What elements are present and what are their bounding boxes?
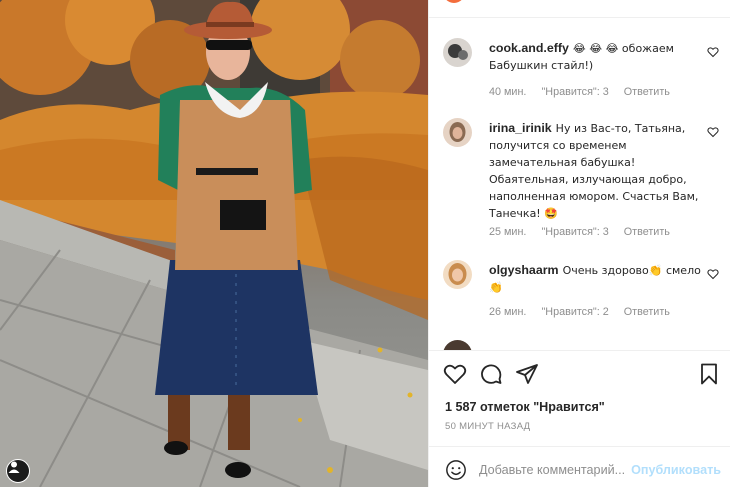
heart-icon[interactable] <box>707 46 719 58</box>
comment-avatar[interactable] <box>443 260 472 289</box>
comment-text: cook.and.effy 😂 😂 😂 обожаем Бабушкин стай… <box>489 40 701 74</box>
add-comment-form: Опубликовать <box>429 447 730 487</box>
comment-meta: 25 мин. "Нравится": 3 Ответить <box>489 226 682 238</box>
reply-button[interactable]: Ответить <box>624 226 670 238</box>
instagram-post-view: cook.and.effy 😂 😂 😂 обожаем Бабушкин стай… <box>0 0 730 487</box>
post-time[interactable]: 50 МИНУТ НАЗАД <box>445 421 530 432</box>
share-icon[interactable] <box>515 362 539 386</box>
publish-button[interactable]: Опубликовать <box>631 463 721 477</box>
avatar-image <box>443 118 472 147</box>
comments-list[interactable]: cook.and.effy 😂 😂 😂 обожаем Бабушкин стай… <box>429 18 730 350</box>
reply-button[interactable]: Ответить <box>624 306 670 318</box>
comment-meta: 40 мин. "Нравится": 3 Ответить <box>489 86 682 98</box>
post-photo[interactable] <box>0 0 428 487</box>
heart-icon[interactable] <box>443 362 467 386</box>
emoji-icon[interactable] <box>445 459 467 481</box>
post-sidebar: cook.and.effy 😂 😂 😂 обожаем Бабушкин стай… <box>428 0 730 487</box>
comment-text: irina_irinik Ну из Вас-то, Татьяна, получ… <box>489 120 701 222</box>
author-avatar[interactable] <box>443 0 465 3</box>
comment-icon[interactable] <box>479 362 503 386</box>
comment-username[interactable]: olgyshaarm <box>489 263 559 277</box>
comment-body: Ну из Вас-то, Татьяна, получится со врем… <box>489 122 699 220</box>
comment-likes[interactable]: "Нравится": 3 <box>541 226 608 238</box>
post-actions <box>429 358 730 390</box>
comment-text: olgyshaarm Очень здорово👏 смело👏 <box>489 262 701 296</box>
comment-time[interactable]: 40 мин. <box>489 86 526 98</box>
divider <box>429 350 730 351</box>
avatar-image <box>443 260 472 289</box>
heart-icon[interactable] <box>707 126 719 138</box>
comment-avatar[interactable] <box>443 118 472 147</box>
comment-username[interactable]: cook.and.effy <box>489 41 569 55</box>
likes-count[interactable]: 1 587 отметок "Нравится" <box>445 400 605 414</box>
comment-avatar[interactable] <box>443 340 472 350</box>
post-header <box>429 0 730 18</box>
user-icon <box>8 461 20 473</box>
tagged-user-button[interactable] <box>6 459 30 483</box>
bookmark-icon[interactable] <box>697 362 721 386</box>
photo-illustration <box>0 0 428 487</box>
comment-username[interactable]: irina_irinik <box>489 121 552 135</box>
comment-likes[interactable]: "Нравится": 3 <box>541 86 608 98</box>
comment-likes[interactable]: "Нравится": 2 <box>541 306 608 318</box>
avatar-image <box>443 38 472 67</box>
comment-time[interactable]: 25 мин. <box>489 226 526 238</box>
comment-meta: 26 мин. "Нравится": 2 Ответить <box>489 306 682 318</box>
reply-button[interactable]: Ответить <box>624 86 670 98</box>
comment-input[interactable] <box>479 459 639 481</box>
comment-avatar[interactable] <box>443 38 472 67</box>
comment-time[interactable]: 26 мин. <box>489 306 526 318</box>
heart-icon[interactable] <box>707 268 719 280</box>
